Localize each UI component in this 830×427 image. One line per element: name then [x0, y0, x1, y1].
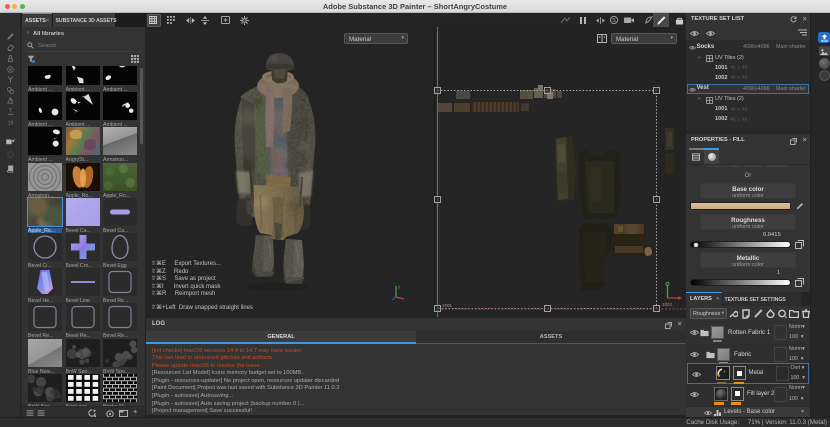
- svg-text:T: T: [9, 109, 13, 115]
- svg-text:1002: 1002: [662, 302, 673, 307]
- svg-text:y: y: [398, 284, 401, 289]
- svg-text:S: S: [612, 18, 616, 24]
- svg-text:1001: 1001: [442, 303, 453, 308]
- svg-text:19: 19: [8, 120, 14, 126]
